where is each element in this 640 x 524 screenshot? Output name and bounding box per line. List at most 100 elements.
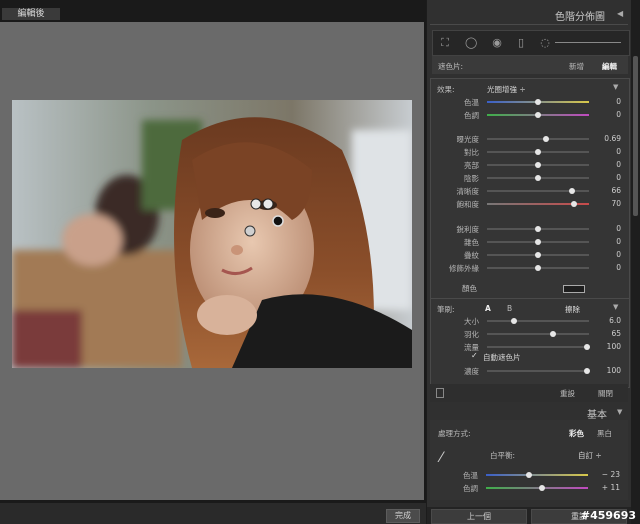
brush-reset-button[interactable]: 重設 <box>560 388 575 399</box>
effect-slider-track[interactable] <box>487 136 589 142</box>
tool-overlay-slider[interactable] <box>555 42 621 43</box>
basic-tint-knob[interactable] <box>539 485 546 491</box>
effect-slider-value[interactable]: 0 <box>593 160 621 169</box>
effect-slider-track[interactable] <box>487 149 589 155</box>
brush-slider-track[interactable] <box>487 344 590 350</box>
basic-tint-slider[interactable] <box>486 485 588 491</box>
effect-slider-knob[interactable] <box>535 162 541 168</box>
basic-temp-label: 色溫 <box>463 471 478 480</box>
brush-slider-track[interactable] <box>487 318 589 324</box>
mask-label: 遮色片: <box>438 62 464 71</box>
effect-slider-track[interactable] <box>487 162 589 168</box>
effect-slider-knob[interactable] <box>570 201 577 207</box>
edited-photo[interactable] <box>12 100 412 368</box>
effect-slider-value[interactable]: 0 <box>593 263 621 272</box>
effect-slider-knob[interactable] <box>535 99 541 105</box>
basic-temp-slider[interactable] <box>486 472 588 478</box>
after-view-label: 編輯後 <box>2 8 60 20</box>
effect-slider-value[interactable]: 0 <box>593 110 621 119</box>
effect-slider-label: 疊紋 <box>464 251 479 260</box>
effect-slider-track[interactable] <box>487 201 589 207</box>
effect-slider-track[interactable] <box>487 112 589 118</box>
effect-slider-track[interactable] <box>487 252 589 258</box>
basic-title[interactable]: 基本 <box>587 406 607 421</box>
brush-slider-value[interactable]: 65 <box>593 329 621 338</box>
effect-slider-track[interactable] <box>487 226 589 232</box>
brush-close-button[interactable]: 關閉 <box>598 388 613 399</box>
effect-slider-list: 色溫 0 色調 0 曝光度 0.69 對比 0 亮部 0 陰影 0 清晰度 66 飽和度 70 銳利度 0 雜色 0 疊… <box>431 79 629 303</box>
treatment-bw-button[interactable]: 黑白 <box>597 428 612 439</box>
color-label: 顏色 <box>462 284 477 293</box>
tool-strip: ⛶ ◯ ◉ ▯ ◌ <box>432 30 630 56</box>
effect-slider-knob[interactable] <box>535 112 541 118</box>
basic-tint-value[interactable]: + 11 <box>592 483 620 492</box>
mask-row: 遮色片: 新增 編輯 <box>432 56 628 74</box>
bottom-toolbar: 完成 <box>0 503 426 524</box>
effect-slider-track[interactable] <box>487 239 589 245</box>
effect-slider-value[interactable]: 0 <box>593 237 621 246</box>
basic-collapse-icon[interactable]: ▼ <box>617 408 622 416</box>
effect-slider-knob[interactable] <box>535 175 541 181</box>
effect-slider-value[interactable]: 0 <box>593 224 621 233</box>
basic-temp-knob[interactable] <box>525 472 532 478</box>
basic-temp-value[interactable]: − 23 <box>592 470 620 479</box>
previous-button[interactable]: 上一個 <box>431 509 527 524</box>
basic-tint-label: 色調 <box>463 484 478 493</box>
effect-slider-track[interactable] <box>487 175 589 181</box>
auto-mask-checkbox[interactable]: ✓ <box>471 352 479 360</box>
spot-removal-icon[interactable]: ◯ <box>465 37 477 49</box>
adjustment-brush-icon[interactable]: ◌ <box>539 37 551 49</box>
effect-slider-value[interactable]: 66 <box>593 186 621 195</box>
effect-slider-knob[interactable] <box>543 136 550 142</box>
red-eye-icon[interactable]: ◉ <box>491 37 503 49</box>
effect-slider-knob[interactable] <box>568 188 575 194</box>
effect-slider-label: 飽和度 <box>456 200 480 209</box>
density-label: 濃度 <box>464 367 479 376</box>
brush-slider-knob[interactable] <box>510 318 517 324</box>
color-swatch[interactable] <box>563 285 585 293</box>
effect-slider-value[interactable]: 0 <box>593 97 621 106</box>
density-slider-knob[interactable] <box>583 368 590 374</box>
effect-slider-knob[interactable] <box>535 265 541 271</box>
histogram-title[interactable]: 色階分佈圖 <box>555 8 605 23</box>
brush-slider-value[interactable]: 100 <box>593 342 621 351</box>
brush-slider-knob[interactable] <box>583 344 590 350</box>
effect-slider-track[interactable] <box>487 99 589 105</box>
mask-edit-button[interactable]: 編輯 <box>602 61 617 72</box>
effect-slider-value[interactable]: 0 <box>593 250 621 259</box>
treatment-color-button[interactable]: 彩色 <box>569 428 584 439</box>
done-button[interactable]: 完成 <box>386 509 420 523</box>
graduated-filter-icon[interactable]: ▯ <box>515 37 527 49</box>
effect-slider-knob[interactable] <box>535 226 541 232</box>
brush-slider-knob[interactable] <box>550 331 557 337</box>
effect-slider-knob[interactable] <box>535 239 541 245</box>
effect-slider-value[interactable]: 70 <box>593 199 621 208</box>
mask-new-button[interactable]: 新增 <box>569 61 584 72</box>
density-slider[interactable] <box>487 368 590 374</box>
wb-dropdown[interactable]: 自訂 ÷ <box>578 450 602 461</box>
effect-slider-knob[interactable] <box>535 149 541 155</box>
watermark-text: #459693 <box>580 509 636 522</box>
effect-slider-track[interactable] <box>487 188 589 194</box>
brush-slider-track[interactable] <box>487 331 589 337</box>
effect-slider-value[interactable]: 0 <box>593 147 621 156</box>
effect-slider-label: 亮部 <box>464 161 479 170</box>
effect-slider-value[interactable]: 0.69 <box>593 134 621 143</box>
brush-slider-label: 大小 <box>464 317 479 326</box>
effect-slider-track[interactable] <box>487 265 589 271</box>
effect-slider-label: 色調 <box>464 111 479 120</box>
effect-panel: 效果: 光圈增強 ÷ ▼ 色溫 0 色調 0 曝光度 0.69 對比 0 亮部 0 陰影 0 清晰度 66… <box>430 78 630 304</box>
white-balance-eyedropper-icon[interactable]: ⁄ <box>440 450 442 466</box>
basic-panel: 處理方式: 彩色 黑白 ⁄ 白平衡: 自訂 ÷ 色溫 − 23 色調 + 11 <box>430 420 628 500</box>
effect-slider-knob[interactable] <box>535 252 541 258</box>
brush-panel: 筆刷: A B 擦除 ▼ 大小 6.0 羽化 65 流量 100 ✓ 自動遮色片 濃度 1… <box>430 298 630 388</box>
basic-header[interactable]: 基本 ▼ <box>430 404 628 421</box>
brush-slider-value[interactable]: 6.0 <box>593 316 621 325</box>
collapse-triangle-icon[interactable]: ◀ <box>617 9 623 18</box>
effect-slider-value[interactable]: 0 <box>593 173 621 182</box>
photo-image <box>12 100 412 368</box>
crop-overlay-icon[interactable]: ⛶ <box>439 37 451 49</box>
density-value[interactable]: 100 <box>593 366 621 375</box>
toggle-switch-icon[interactable] <box>436 388 444 398</box>
panel-scrollbar-thumb[interactable] <box>633 56 638 216</box>
